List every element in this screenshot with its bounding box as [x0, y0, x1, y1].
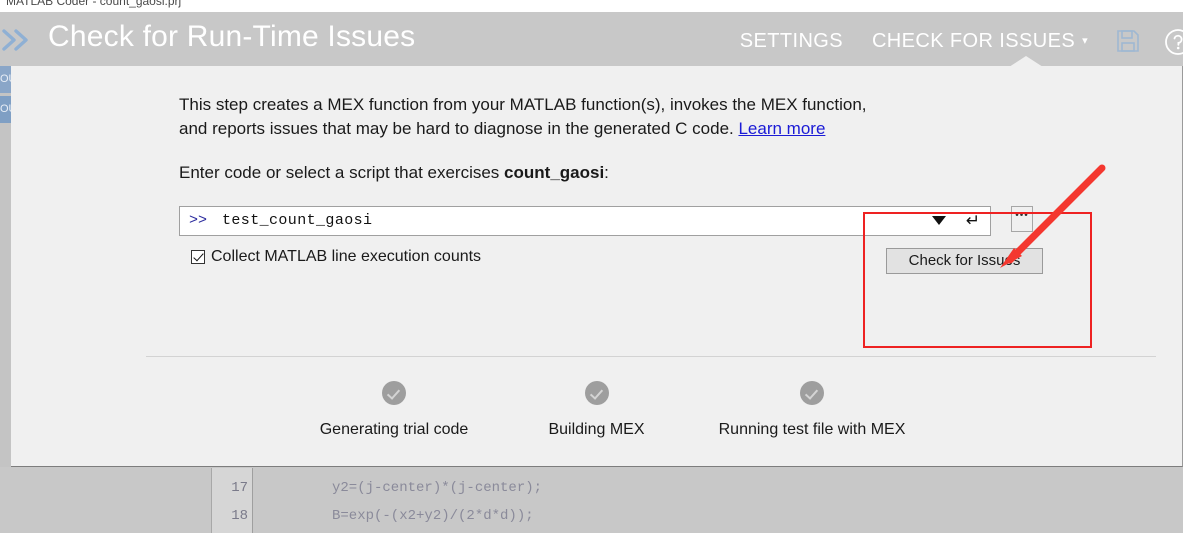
- progress-step-building-mex: Building MEX: [509, 381, 684, 439]
- entry-instruction: Enter code or select a script that exerc…: [179, 163, 609, 183]
- progress-steps: Generating trial code Building MEX Runni…: [11, 381, 1183, 451]
- code-line-text: B=exp(-(x2+y2)/(2*d*d));: [332, 508, 534, 524]
- code-line-text: y2=(j-center)*(j-center);: [332, 480, 542, 496]
- app-header: Check for Run-Time Issues SETTINGS CHECK…: [0, 12, 1183, 66]
- app-root: MATLAB Coder - count_gaosi.prj Check for…: [0, 0, 1183, 533]
- learn-more-link[interactable]: Learn more: [738, 119, 825, 138]
- check-circle-icon: [800, 381, 824, 405]
- progress-step-generating-trial-code: Generating trial code: [304, 381, 484, 439]
- code-editor[interactable]: 17 y2=(j-center)*(j-center); 18 B=exp(-(…: [0, 468, 1183, 533]
- double-chevron-right-icon[interactable]: [2, 29, 36, 51]
- check-circle-icon: [585, 381, 609, 405]
- left-tab-2[interactable]: OU: [0, 96, 11, 123]
- main-panel: This step creates a MEX function from yo…: [11, 66, 1183, 467]
- code-line: 17 y2=(j-center)*(j-center);: [0, 480, 1183, 508]
- check-circle-icon: [382, 381, 406, 405]
- progress-step-label: Building MEX: [509, 421, 684, 439]
- left-tab-1[interactable]: OU: [0, 66, 11, 93]
- step-description: This step creates a MEX function from yo…: [179, 93, 899, 141]
- progress-step-label: Running test file with MEX: [707, 421, 917, 439]
- test-script-value: test_count_gaosi: [222, 212, 372, 229]
- test-script-input[interactable]: >> test_count_gaosi ↵: [179, 206, 991, 236]
- menu-item-check-for-issues[interactable]: CHECK FOR ISSUES ▾: [872, 30, 1088, 53]
- progress-step-label: Generating trial code: [304, 421, 484, 439]
- code-line: 18 B=exp(-(x2+y2)/(2*d*d));: [0, 508, 1183, 533]
- window-title-strip: MATLAB Coder - count_gaosi.prj: [0, 0, 1183, 12]
- menu-item-check-for-issues-label: CHECK FOR ISSUES: [872, 30, 1075, 52]
- chevron-down-icon: ▾: [1082, 34, 1088, 47]
- browse-ellipsis-button[interactable]: •••: [1011, 206, 1033, 232]
- question-circle-help-icon[interactable]: [1164, 28, 1183, 56]
- progress-step-running-test-file: Running test file with MEX: [707, 381, 917, 439]
- window-title-text: MATLAB Coder - count_gaosi.prj: [6, 0, 181, 8]
- floppy-disk-save-icon[interactable]: [1115, 28, 1141, 54]
- entry-instruction-suffix: :: [604, 163, 609, 182]
- entry-instruction-function-name: count_gaosi: [504, 163, 604, 182]
- code-line-number: 17: [212, 480, 248, 496]
- check-for-issues-button[interactable]: Check for Issues: [886, 248, 1043, 274]
- enter-return-icon[interactable]: ↵: [966, 211, 980, 231]
- collect-line-counts-checkbox[interactable]: Collect MATLAB line execution counts: [191, 248, 481, 266]
- chevron-down-icon[interactable]: [932, 216, 946, 225]
- collect-line-counts-label: Collect MATLAB line execution counts: [211, 248, 481, 266]
- checkbox-box-icon[interactable]: [191, 250, 205, 264]
- menu-item-settings[interactable]: SETTINGS: [740, 30, 843, 53]
- entry-instruction-prefix: Enter code or select a script that exerc…: [179, 163, 504, 182]
- command-prompt-marker: >>: [189, 212, 207, 229]
- code-line-number: 18: [212, 508, 248, 524]
- left-tab-strip: OU OU: [0, 66, 11, 467]
- section-divider: [146, 356, 1156, 357]
- page-title: Check for Run-Time Issues: [48, 20, 415, 54]
